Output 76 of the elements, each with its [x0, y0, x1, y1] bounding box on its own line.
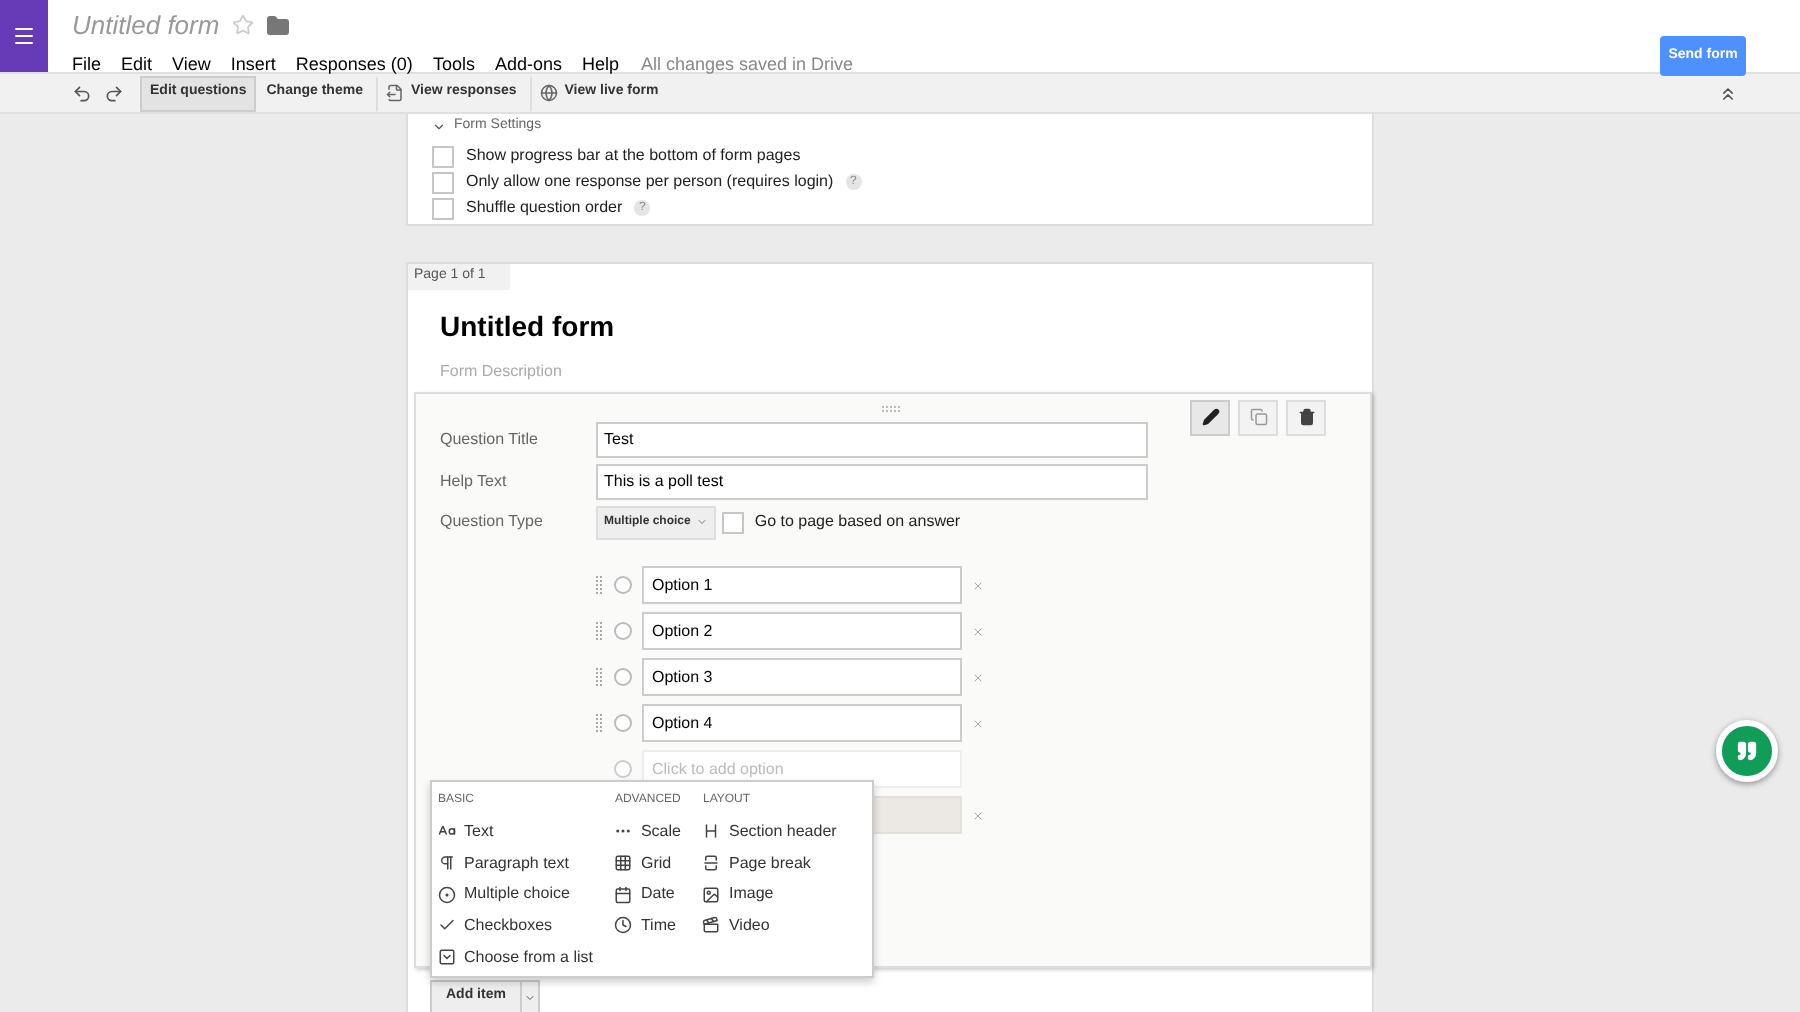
page-title[interactable]: Untitled form: [440, 305, 1372, 347]
menu-item[interactable]: Add-ons: [494, 51, 562, 78]
checkbox[interactable]: [432, 171, 454, 193]
menu-icon: [12, 24, 36, 48]
field-label: Question Type: [440, 510, 545, 534]
option-field[interactable]: Option 1: [642, 566, 962, 604]
edit-button[interactable]: [1190, 399, 1230, 435]
menu-item[interactable]: Edit: [121, 51, 153, 78]
radio-icon: [438, 885, 456, 904]
setting-label: Show progress bar at the bottom of form pages: [466, 144, 801, 168]
collapse-icon[interactable]: [1718, 83, 1738, 103]
folder-icon[interactable]: [265, 13, 290, 38]
option-field[interactable]: Option 2: [642, 612, 962, 650]
calendar-icon: [614, 885, 633, 904]
undo-icon[interactable]: [72, 83, 92, 103]
option-field[interactable]: Option 3: [642, 658, 962, 696]
menu-item[interactable]: Page break: [702, 847, 841, 879]
app-menu-button[interactable]: [0, 0, 48, 72]
clapperboard-icon: [702, 916, 721, 935]
quote-icon: [1736, 740, 1758, 762]
setting-label: Shuffle question order: [466, 196, 623, 220]
remove-icon[interactable]: [972, 717, 984, 729]
menu-item[interactable]: Responses (0): [295, 51, 413, 78]
export-icon: [386, 84, 405, 102]
checkbox[interactable]: [432, 145, 454, 167]
copy-icon: [1249, 408, 1267, 426]
checkbox[interactable]: [722, 511, 745, 533]
menu-item[interactable]: Video: [702, 910, 841, 942]
text-field[interactable]: Test: [596, 421, 1148, 457]
menu-item[interactable]: View: [172, 51, 211, 78]
menu-item[interactable]: Text: [438, 816, 597, 848]
save-status: All changes saved in Drive: [641, 51, 854, 78]
star-icon[interactable]: [231, 14, 254, 37]
page-break-icon: [702, 854, 721, 873]
dropdown-icon: [438, 948, 456, 967]
field-label: Help Text: [440, 469, 509, 493]
remove-icon[interactable]: [972, 579, 984, 591]
grid-icon: [614, 854, 633, 873]
clock-icon: [614, 916, 633, 935]
menu-item[interactable]: Multiple choice: [438, 878, 597, 911]
menu-item[interactable]: File: [72, 51, 102, 78]
heading-icon: [702, 822, 721, 841]
chat-button[interactable]: [1716, 720, 1778, 782]
caret-icon: [696, 516, 709, 528]
caret-icon[interactable]: [432, 119, 446, 134]
menu-item[interactable]: Grid: [614, 847, 685, 879]
menu-item[interactable]: Choose from a list: [438, 941, 597, 973]
delete-button[interactable]: [1286, 399, 1326, 435]
menu-item[interactable]: Image: [702, 878, 841, 911]
menu-item[interactable]: Help: [581, 51, 619, 78]
remove-icon[interactable]: [972, 809, 984, 821]
menu-item[interactable]: Date: [614, 878, 685, 911]
remove-icon[interactable]: [972, 625, 984, 637]
menu-item[interactable]: Checkboxes: [438, 910, 597, 942]
globe-icon: [540, 84, 559, 102]
trash-icon: [1297, 408, 1315, 426]
text-icon: [438, 822, 456, 841]
menu-item[interactable]: Scale: [614, 816, 685, 848]
checkbox[interactable]: [432, 197, 454, 219]
menu-item[interactable]: Insert: [230, 51, 276, 78]
caret-icon: [523, 991, 536, 1003]
pencil-icon: [1201, 408, 1219, 426]
remove-icon[interactable]: [972, 671, 984, 683]
text-field[interactable]: This is a poll test: [596, 463, 1148, 499]
menu-item[interactable]: Paragraph text: [438, 847, 597, 879]
field-label: Question Title: [440, 427, 540, 451]
menu-item[interactable]: Time: [614, 910, 685, 942]
menu-item[interactable]: Tools: [432, 51, 475, 78]
checkmark-icon: [438, 916, 456, 935]
pilcrow-icon: [438, 854, 456, 873]
checkbox-label: Go to page based on answer: [754, 510, 961, 534]
setting-label: Only allow one response per person (requires login): [466, 170, 834, 194]
option-field[interactable]: Option 4: [642, 704, 962, 742]
menu-item[interactable]: Section header: [702, 816, 841, 848]
redo-icon[interactable]: [104, 83, 124, 103]
image-icon: [702, 885, 721, 904]
